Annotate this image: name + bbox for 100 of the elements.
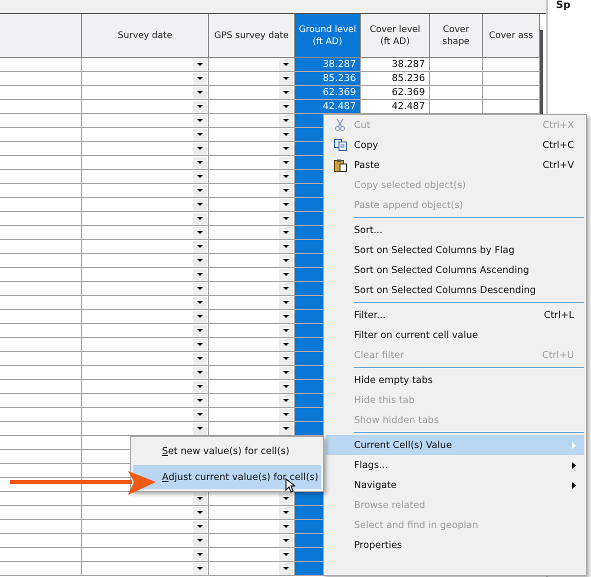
caret-icon	[197, 385, 203, 388]
dropdown-button[interactable]	[279, 282, 293, 294]
dropdown-button[interactable]	[193, 520, 207, 532]
caret-icon	[283, 91, 289, 94]
dropdown-button[interactable]	[279, 352, 293, 364]
dropdown-button[interactable]	[279, 548, 293, 560]
dropdown-button[interactable]	[279, 394, 293, 406]
column-header[interactable]: GPS survey date	[209, 14, 295, 58]
dropdown-button[interactable]	[279, 338, 293, 350]
menu-item[interactable]: Sort...	[326, 220, 584, 240]
dropdown-button[interactable]	[193, 100, 207, 112]
dropdown-button[interactable]	[279, 534, 293, 546]
menu-item[interactable]: Adjust current value(s) for cell(s)	[133, 465, 321, 489]
dropdown-button[interactable]	[193, 324, 207, 336]
dropdown-button[interactable]	[193, 254, 207, 266]
dropdown-button[interactable]	[193, 338, 207, 350]
menu-item[interactable]: Filter... Ctrl+L	[326, 305, 584, 325]
menu-item[interactable]: Set new value(s) for cell(s)	[133, 439, 321, 463]
dropdown-button[interactable]	[279, 72, 293, 84]
dropdown-button[interactable]	[279, 520, 293, 532]
dropdown-button[interactable]	[279, 408, 293, 420]
menu-item[interactable]: Sort on Selected Columns Descending	[326, 280, 584, 300]
dropdown-button[interactable]	[193, 394, 207, 406]
dropdown-button[interactable]	[193, 170, 207, 182]
caret-icon	[197, 315, 203, 318]
dropdown-button[interactable]	[193, 128, 207, 140]
dropdown-button[interactable]	[193, 296, 207, 308]
column-header[interactable]	[0, 14, 82, 58]
dropdown-button[interactable]	[193, 268, 207, 280]
dropdown-button[interactable]	[193, 282, 207, 294]
menu-item[interactable]: Sort on Selected Columns by Flag	[326, 240, 584, 260]
dropdown-button[interactable]	[193, 212, 207, 224]
dropdown-button[interactable]	[193, 380, 207, 392]
menu-item[interactable]: Hide empty tabs	[326, 370, 584, 390]
menu-item[interactable]: Navigate	[326, 475, 584, 495]
table-cell	[295, 380, 323, 393]
dropdown-button[interactable]	[193, 562, 207, 574]
dropdown-button[interactable]	[279, 184, 293, 196]
dropdown-button[interactable]	[279, 156, 293, 168]
menu-item[interactable]: Filter on current cell value	[326, 325, 584, 345]
column-header[interactable]: Cover level (ft AD)	[361, 14, 430, 58]
dropdown-button[interactable]	[193, 534, 207, 546]
column-header[interactable]: Cover shape	[430, 14, 483, 58]
caret-icon	[283, 133, 289, 136]
dropdown-button[interactable]	[193, 548, 207, 560]
dropdown-button[interactable]	[279, 268, 293, 280]
dropdown-button[interactable]	[193, 114, 207, 126]
dropdown-button[interactable]	[193, 58, 207, 70]
dropdown-button[interactable]	[193, 352, 207, 364]
dropdown-button[interactable]	[193, 198, 207, 210]
dropdown-button[interactable]	[193, 366, 207, 378]
menu-item[interactable]: Copy Ctrl+C	[326, 135, 584, 155]
dropdown-button[interactable]	[279, 226, 293, 238]
caret-icon	[197, 539, 203, 542]
dropdown-button[interactable]	[279, 562, 293, 574]
dropdown-button[interactable]	[279, 198, 293, 210]
dropdown-button[interactable]	[193, 72, 207, 84]
dropdown-button[interactable]	[193, 156, 207, 168]
dropdown-button[interactable]	[279, 58, 293, 70]
column-header[interactable]: Survey date	[82, 14, 209, 58]
dropdown-button[interactable]	[279, 324, 293, 336]
dropdown-button[interactable]	[279, 128, 293, 140]
dropdown-button[interactable]	[279, 422, 293, 434]
column-header[interactable]: Cover ass	[483, 14, 540, 58]
dropdown-button[interactable]	[193, 492, 207, 504]
dropdown-button[interactable]	[279, 170, 293, 182]
dropdown-button[interactable]	[193, 142, 207, 154]
dropdown-button[interactable]	[279, 114, 293, 126]
caret-icon	[283, 525, 289, 528]
menu-item[interactable]: Paste Ctrl+V	[326, 155, 584, 175]
dropdown-button[interactable]	[279, 310, 293, 322]
dropdown-button[interactable]	[279, 380, 293, 392]
dropdown-button[interactable]	[279, 506, 293, 518]
dropdown-button[interactable]	[193, 310, 207, 322]
menu-item[interactable]: Properties	[326, 535, 584, 555]
dropdown-button[interactable]	[193, 506, 207, 518]
dropdown-button[interactable]	[279, 142, 293, 154]
caret-icon	[197, 553, 203, 556]
dropdown-button[interactable]	[279, 296, 293, 308]
dropdown-button[interactable]	[279, 100, 293, 112]
dropdown-button[interactable]	[279, 86, 293, 98]
dropdown-button[interactable]	[279, 254, 293, 266]
dropdown-button[interactable]	[193, 184, 207, 196]
dropdown-button[interactable]	[279, 212, 293, 224]
column-header[interactable]: Ground level (ft AD)	[295, 14, 361, 58]
menu-item[interactable]: Sort on Selected Columns Ascending	[326, 260, 584, 280]
caret-icon	[283, 553, 289, 556]
menu-item[interactable]: Current Cell(s) Value	[326, 435, 584, 455]
dropdown-button[interactable]	[193, 240, 207, 252]
menu-item[interactable]: Flags...	[326, 455, 584, 475]
dropdown-button[interactable]	[193, 226, 207, 238]
dropdown-button[interactable]	[279, 492, 293, 504]
caret-icon	[197, 343, 203, 346]
scrollbar[interactable]	[540, 30, 543, 114]
dropdown-button[interactable]	[193, 422, 207, 434]
dropdown-button[interactable]	[193, 86, 207, 98]
caret-icon	[197, 357, 203, 360]
dropdown-button[interactable]	[193, 408, 207, 420]
dropdown-button[interactable]	[279, 366, 293, 378]
dropdown-button[interactable]	[279, 240, 293, 252]
